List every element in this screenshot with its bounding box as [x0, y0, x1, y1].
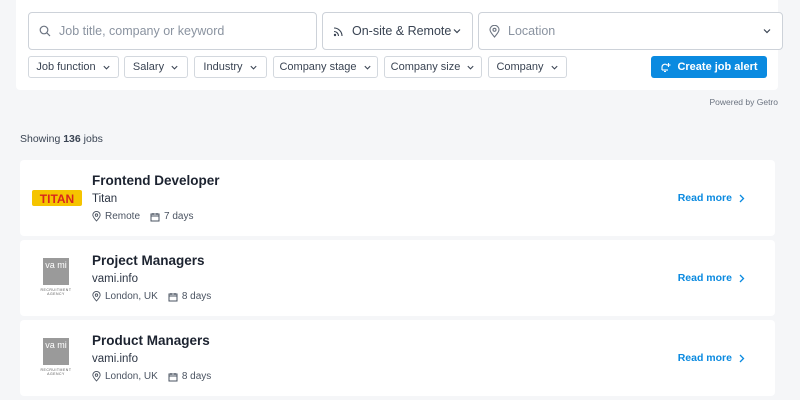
vami-logo-caption: RECRUITMENT AGENCY: [40, 288, 72, 296]
job-meta: Remote 7 days: [92, 211, 203, 222]
chevron-right-icon: [739, 354, 745, 362]
chevron-down-icon: [763, 29, 771, 34]
filter-label: Job function: [36, 61, 96, 73]
titan-logo-text: TITAN: [40, 192, 74, 206]
search-icon: [39, 25, 51, 37]
company-logo-vami: va mi RECRUITMENT AGENCY: [32, 338, 80, 376]
filter-label: Salary: [132, 61, 165, 73]
read-more-link[interactable]: Read more: [678, 192, 745, 204]
filter-label: Company size: [390, 61, 461, 73]
job-posted: 7 days: [164, 211, 194, 222]
calendar-icon: [168, 292, 178, 301]
powered-by-link[interactable]: Powered by Getro: [709, 97, 778, 107]
location-pin-icon: [92, 291, 101, 302]
job-company: Titan: [92, 193, 118, 205]
chevron-down-icon: [249, 65, 257, 70]
company-logo-vami: va mi RECRUITMENT AGENCY: [32, 258, 80, 296]
chevron-right-icon: [739, 194, 745, 202]
read-more-label: Read more: [677, 352, 732, 364]
job-company: vami.info: [92, 353, 139, 365]
filter-label: Company stage: [279, 61, 357, 73]
job-card[interactable]: TITAN Frontend Developer Titan Remote 7 …: [20, 160, 775, 236]
results-number: 136: [63, 133, 81, 145]
job-posted: 8 days: [181, 291, 212, 302]
filter-company-size[interactable]: Company size: [384, 56, 482, 78]
calendar-icon: [150, 212, 160, 221]
filter-label: Company: [496, 61, 544, 73]
vami-logo-mark: va mi: [43, 338, 69, 365]
location-pin-icon: [92, 211, 101, 222]
calendar-icon: [168, 372, 178, 381]
job-meta: London, UK 8 days: [92, 371, 221, 382]
job-location: London, UK: [105, 291, 158, 302]
search-placeholder: Job title, company or keyword: [59, 24, 225, 38]
read-more-label: Read more: [677, 272, 732, 284]
read-more-link[interactable]: Read more: [678, 272, 745, 284]
work-type-select[interactable]: On-site & Remote: [322, 12, 473, 50]
location-select[interactable]: Location: [478, 12, 783, 50]
job-title[interactable]: Product Managers: [92, 333, 210, 348]
results-count: Showing 136 jobs: [20, 133, 103, 145]
read-more-link[interactable]: Read more: [678, 352, 745, 364]
chevron-down-icon: [363, 65, 371, 70]
filter-company[interactable]: Company: [488, 56, 567, 78]
job-posted: 8 days: [181, 371, 212, 382]
vami-logo-mark: va mi: [43, 258, 69, 285]
create-job-alert-button[interactable]: Create job alert: [651, 56, 767, 78]
bell-plus-icon: [661, 62, 671, 72]
filter-industry[interactable]: Industry: [194, 56, 267, 78]
job-title[interactable]: Project Managers: [92, 253, 205, 268]
results-prefix: Showing: [20, 133, 64, 145]
location-pin-icon: [489, 24, 500, 38]
job-location: London, UK: [105, 371, 158, 382]
remote-signal-icon: [333, 26, 343, 36]
job-location: Remote: [105, 211, 141, 222]
job-card[interactable]: va mi RECRUITMENT AGENCY Project Manager…: [20, 240, 775, 316]
location-pin-icon: [92, 371, 101, 382]
search-input[interactable]: Job title, company or keyword: [28, 12, 317, 50]
create-job-alert-label: Create job alert: [677, 61, 758, 73]
chevron-down-icon: [171, 65, 178, 70]
filter-job-function[interactable]: Job function: [28, 56, 119, 78]
job-meta: London, UK 8 days: [92, 291, 221, 302]
read-more-label: Read more: [677, 192, 732, 204]
results-suffix: jobs: [80, 133, 103, 145]
chevron-right-icon: [739, 274, 745, 282]
filter-label: Industry: [203, 61, 243, 73]
chevron-down-icon: [453, 29, 461, 34]
chevron-down-icon: [550, 65, 558, 70]
work-type-value: On-site & Remote: [352, 24, 452, 38]
filter-salary[interactable]: Salary: [124, 56, 188, 78]
job-company: vami.info: [92, 273, 139, 285]
chevron-down-icon: [103, 65, 110, 70]
job-card[interactable]: va mi RECRUITMENT AGENCY Product Manager…: [20, 320, 775, 396]
vami-logo-caption: RECRUITMENT AGENCY: [40, 368, 72, 376]
filters-card: Job title, company or keyword On-site & …: [16, 0, 783, 90]
location-placeholder: Location: [508, 24, 556, 38]
filter-company-stage[interactable]: Company stage: [273, 56, 378, 78]
company-logo-titan: TITAN: [32, 178, 82, 216]
chevron-down-icon: [467, 65, 474, 70]
job-title[interactable]: Frontend Developer: [92, 173, 220, 188]
